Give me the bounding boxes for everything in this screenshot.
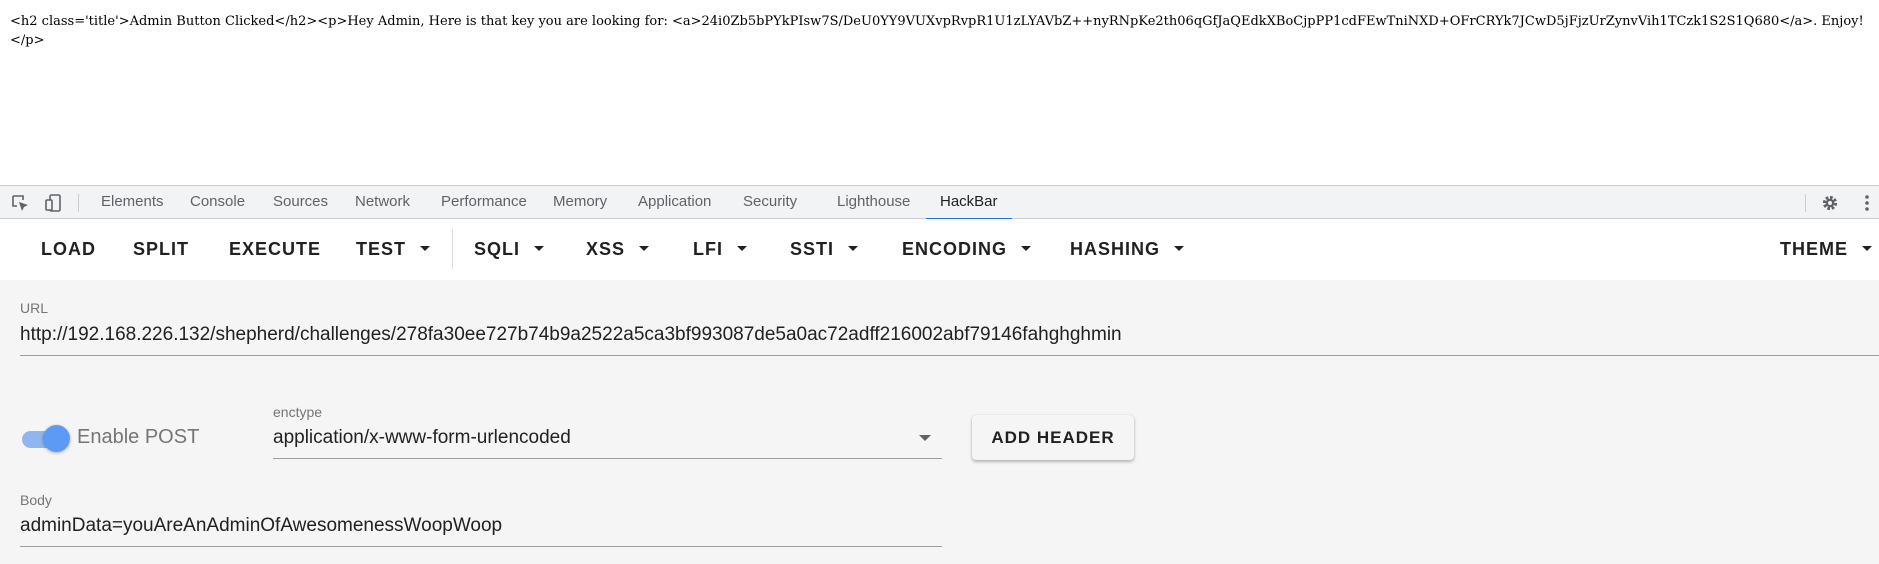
hackbar-form: URL http://192.168.226.132/shepherd/chal… <box>0 280 1879 564</box>
url-input[interactable]: http://192.168.226.132/shepherd/challeng… <box>20 324 1122 346</box>
hashing-menu-button[interactable]: HASHING <box>1070 219 1185 280</box>
devtools-separator <box>1805 194 1806 212</box>
xss-menu-label: XSS <box>586 239 626 259</box>
chevron-down-icon <box>1174 245 1185 251</box>
ssti-menu-button[interactable]: SSTI <box>790 219 859 280</box>
body-label: Body <box>20 492 52 508</box>
encoding-menu-button[interactable]: ENCODING <box>902 219 1032 280</box>
more-options-icon[interactable] <box>1857 193 1877 213</box>
tab-network[interactable]: Network <box>355 186 410 219</box>
tab-sources[interactable]: Sources <box>273 186 328 219</box>
enctype-underline <box>273 458 942 459</box>
tab-elements[interactable]: Elements <box>101 186 164 219</box>
tab-application[interactable]: Application <box>638 186 711 219</box>
device-toolbar-icon[interactable] <box>44 193 64 213</box>
toolbar-divider <box>452 229 453 269</box>
encoding-menu-label: ENCODING <box>902 239 1008 259</box>
enable-post-label: Enable POST <box>77 426 200 448</box>
chevron-down-icon <box>420 245 431 251</box>
page-output-text: <h2 class='title'>Admin Button Clicked</… <box>10 14 1864 48</box>
theme-menu-button[interactable]: THEME <box>1780 219 1872 280</box>
body-input[interactable]: adminData=youAreAnAdminOfAwesomenessWoop… <box>20 515 502 537</box>
lfi-menu-button[interactable]: LFI <box>693 219 747 280</box>
tab-memory[interactable]: Memory <box>553 186 607 219</box>
hackbar-toolbar: LOAD SPLIT EXECUTE TEST SQLI XSS LFI SST… <box>0 219 1879 280</box>
tab-performance[interactable]: Performance <box>441 186 527 219</box>
tab-hackbar[interactable]: HackBar <box>926 186 1011 220</box>
body-underline <box>20 546 942 547</box>
test-menu-button[interactable]: TEST <box>356 219 431 280</box>
split-button[interactable]: SPLIT <box>133 219 189 280</box>
chevron-down-icon[interactable] <box>919 435 931 441</box>
add-header-button[interactable]: ADD HEADER <box>972 415 1134 460</box>
ssti-menu-label: SSTI <box>790 239 835 259</box>
url-underline <box>20 355 1879 356</box>
settings-gear-icon[interactable] <box>1820 193 1840 213</box>
chevron-down-icon <box>1862 245 1872 251</box>
enctype-select[interactable]: application/x-www-form-urlencoded <box>273 427 571 449</box>
execute-button[interactable]: EXECUTE <box>229 219 321 280</box>
sqli-menu-button[interactable]: SQLI <box>474 219 545 280</box>
chevron-down-icon <box>534 245 545 251</box>
devtools-tab-bar: Elements Console Sources Network Perform… <box>0 185 1879 220</box>
chevron-down-icon <box>639 245 650 251</box>
hashing-menu-label: HASHING <box>1070 239 1161 259</box>
inspect-element-icon[interactable] <box>10 193 30 213</box>
load-button[interactable]: LOAD <box>41 219 96 280</box>
sqli-menu-label: SQLI <box>474 239 521 259</box>
tab-security[interactable]: Security <box>743 186 797 219</box>
theme-menu-label: THEME <box>1780 239 1848 259</box>
enable-post-toggle-thumb[interactable] <box>43 425 70 452</box>
enctype-label: enctype <box>273 404 323 420</box>
test-menu-label: TEST <box>356 239 407 259</box>
tab-lighthouse[interactable]: Lighthouse <box>837 186 910 219</box>
chevron-down-icon <box>848 245 859 251</box>
lfi-menu-label: LFI <box>693 239 723 259</box>
devtools-separator <box>78 194 79 212</box>
tab-console[interactable]: Console <box>190 186 245 219</box>
chevron-down-icon <box>737 245 747 251</box>
chevron-down-icon <box>1021 245 1032 251</box>
url-label: URL <box>20 300 49 316</box>
xss-menu-button[interactable]: XSS <box>586 219 650 280</box>
